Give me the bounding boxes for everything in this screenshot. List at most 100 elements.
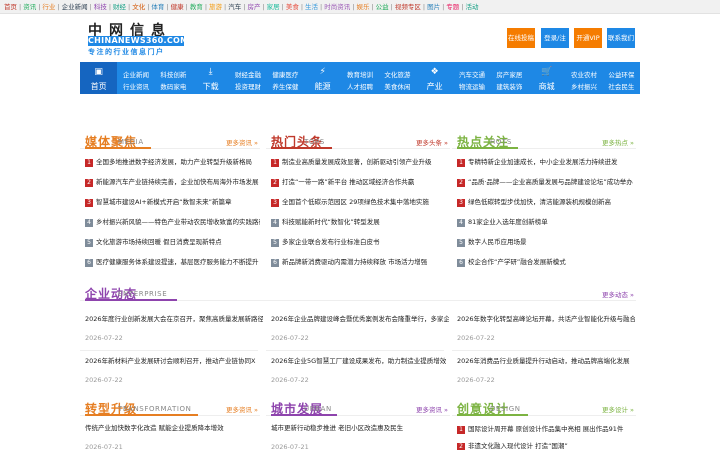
more-link[interactable]: 更多资讯 » bbox=[226, 404, 258, 414]
list-item[interactable]: 3 智慧城市建设AI+新模式开启“数智未来”新篇章 bbox=[85, 196, 260, 208]
nav-item[interactable]: 财经金融 投资理财 bbox=[229, 62, 266, 94]
article-date: 2026-07-21 bbox=[85, 443, 123, 450]
nav-item[interactable]: 🛒 商城 bbox=[528, 62, 565, 94]
list-item[interactable]: 4 81家企业入选年度创新榜单 bbox=[457, 216, 634, 228]
more-link[interactable]: 更多动态 » bbox=[602, 289, 634, 299]
login-register-button[interactable]: 登录/注册 bbox=[541, 28, 569, 62]
link-separator: | bbox=[352, 3, 355, 11]
top-link[interactable]: 娱乐 bbox=[356, 3, 369, 11]
article-item[interactable]: 2026年消费品行业质量提升行动启动，推动品牌高端化发展 2026-07-22 bbox=[457, 356, 635, 384]
nav-item-sublabel: 建筑装饰 bbox=[496, 83, 523, 91]
article-item[interactable]: 2026年数字化转型高峰论坛开幕，共话产业智能化升级与融合发展 2026-07-2… bbox=[457, 314, 635, 342]
top-link[interactable]: 专题 bbox=[446, 3, 459, 11]
top-link[interactable]: 汽车 bbox=[228, 3, 241, 11]
more-link[interactable]: 更多设计 » bbox=[602, 404, 634, 414]
nav-item-sublabel: 数码家电 bbox=[160, 83, 187, 91]
nav-item[interactable]: 汽车交通 物流运输 bbox=[453, 62, 490, 94]
nav-item[interactable]: 教育培训 人才招聘 bbox=[341, 62, 378, 94]
submit-article-button[interactable]: 在线投稿 bbox=[507, 28, 535, 48]
link-separator: | bbox=[19, 3, 22, 11]
list-item[interactable]: 4 乡村振兴新风貌——特色产业带动农民增收致富的实践路径 bbox=[85, 216, 260, 228]
nav-item[interactable]: 房产家居 建筑装饰 bbox=[491, 62, 528, 94]
list-item[interactable]: 1 全国多地推进数字经济发展，助力产业转型升级新格局 bbox=[85, 156, 260, 168]
top-link[interactable]: 图片 bbox=[427, 3, 440, 11]
rank-badge: 3 bbox=[85, 199, 93, 207]
top-link[interactable]: 体育 bbox=[151, 3, 164, 11]
list-item[interactable]: 4 科技赋能新时代“数智化”转型发展 bbox=[271, 216, 448, 228]
vip-button[interactable]: 开通VIP bbox=[574, 28, 602, 48]
more-link[interactable]: 更多资讯 » bbox=[226, 137, 258, 147]
list-item[interactable]: 2 新能源汽车产业链持续完善，企业加快布局海外市场发展 bbox=[85, 176, 260, 188]
top-link[interactable]: 资讯 bbox=[23, 3, 36, 11]
nav-item[interactable]: 健康医疗 养生保健 bbox=[267, 62, 304, 94]
contact-button[interactable]: 联系我们 bbox=[607, 28, 635, 48]
list-item[interactable]: 5 多家企业联合发布行业标准白皮书 bbox=[271, 236, 448, 248]
list-item[interactable]: 6 新品牌新消费驱动内需潜力持续释放 市场活力增强 bbox=[271, 256, 448, 268]
article-item[interactable]: 传统产业加快数字化改造 赋能企业提质降本增效 2026-07-21 bbox=[85, 423, 260, 450]
list-item[interactable]: 1 制造业高质量发展成效显著，创新驱动引领产业升级 bbox=[271, 156, 448, 168]
top-link[interactable]: 家居 bbox=[267, 3, 280, 11]
logo-domain[interactable]: CHINANEWS360.COM bbox=[88, 36, 188, 46]
link-separator: | bbox=[461, 3, 464, 11]
link-separator: | bbox=[147, 3, 150, 11]
chevron-right-icon: » bbox=[251, 406, 258, 414]
top-link[interactable]: 企业新闻 bbox=[62, 3, 88, 11]
more-link[interactable]: 更多头条 » bbox=[416, 137, 448, 147]
list-item-title: 绿色低碳转型步伐加快，清洁能源装机规模创新高 bbox=[468, 198, 611, 206]
rank-badge: 1 bbox=[271, 159, 279, 167]
nav-item[interactable]: 公益环保 社会民生 bbox=[603, 62, 640, 94]
top-link[interactable]: 健康 bbox=[171, 3, 184, 11]
list-item[interactable]: 6 校企合作“产学研”融合发展新模式 bbox=[457, 256, 634, 268]
nav-item[interactable]: ❖ 产业 bbox=[416, 62, 453, 94]
list-item[interactable]: 1 专精特新企业加速成长，中小企业发展活力持续迸发 bbox=[457, 156, 634, 168]
list-item[interactable]: 3 全国首个低碳示范园区 29项绿色技术集中落地实施 bbox=[271, 196, 448, 208]
top-link[interactable]: 时尚资讯 bbox=[324, 3, 350, 11]
section-subtitle: TRANSFORMATION bbox=[118, 405, 192, 413]
top-link[interactable]: 活动 bbox=[465, 3, 478, 11]
list-item[interactable]: 3 绿色低碳转型步伐加快，清洁能源装机规模创新高 bbox=[457, 196, 634, 208]
more-link[interactable]: 更多资讯 » bbox=[416, 404, 448, 414]
article-item[interactable]: 2026年度行业创新发展大会在京召开，聚焦高质量发展新路径与新机遇 2026-07… bbox=[85, 314, 263, 342]
list-item[interactable]: 6 医疗健康服务体系建设提速，基层医疗服务能力不断提升 bbox=[85, 256, 260, 268]
top-link[interactable]: 行业 bbox=[42, 3, 55, 11]
nav-item[interactable]: ▣ 首页 bbox=[80, 62, 118, 94]
top-link[interactable]: 公益 bbox=[376, 3, 389, 11]
list-item[interactable]: 5 文化旅游市场持续回暖 假日消费呈现新特点 bbox=[85, 236, 260, 248]
nav-item[interactable]: 文化旅游 美食休闲 bbox=[379, 62, 416, 94]
article-title: 2026年消费品行业质量提升行动启动，推动品牌高端化发展 bbox=[457, 357, 630, 365]
nav-item-label: 商城 bbox=[538, 82, 555, 91]
list-item[interactable]: 5 数字人民币应用场景 bbox=[457, 236, 634, 248]
nav-item[interactable]: ⚡ 能源 bbox=[304, 62, 341, 94]
top-link[interactable]: 视频专区 bbox=[395, 3, 421, 11]
top-link[interactable]: 文化 bbox=[132, 3, 145, 11]
nav-item[interactable]: 企业新闻 行业资讯 bbox=[117, 62, 154, 94]
nav-item-sublabel: 社会民生 bbox=[608, 83, 635, 91]
top-link[interactable]: 财经 bbox=[113, 3, 126, 11]
list-item[interactable]: 2 打造“一带一路”新平台 推动区域经济合作共赢 bbox=[271, 176, 448, 188]
nav-item[interactable]: ⤓ 下载 bbox=[192, 62, 229, 94]
more-link-label: 更多资讯 bbox=[225, 139, 252, 147]
more-link[interactable]: 更多热点 » bbox=[602, 137, 634, 147]
article-item[interactable]: 2026年企业品牌建设峰会暨优秀案例发布会隆重举行，多家企业获评表彰 2026-0… bbox=[271, 314, 449, 342]
top-link[interactable]: 美食 bbox=[286, 3, 299, 11]
list-item[interactable]: 1 国际设计周开幕 原创设计作品集中亮相 展出作品91件 bbox=[457, 423, 634, 435]
list-item-title: 新能源汽车产业链持续完善，企业加快布局海外市场发展 bbox=[96, 178, 259, 186]
top-link[interactable]: 教育 bbox=[190, 3, 203, 11]
nav-item-label: 能源 bbox=[314, 82, 331, 91]
nav-item-label: 农业农村 bbox=[570, 71, 597, 79]
article-item[interactable]: 2026年新材料产业发展研讨会顺利召开，推动产业链协同X 2026-07-22 bbox=[85, 356, 263, 384]
top-link[interactable]: 生活 bbox=[305, 3, 318, 11]
list-item[interactable]: 2 非遗文化融入现代设计 打造“国潮” bbox=[457, 440, 634, 450]
list-item[interactable]: 2 “品质·品牌——企业高质量发展与品牌建设论坛”成功举办 bbox=[457, 176, 634, 188]
rank-badge: 6 bbox=[85, 259, 93, 267]
link-separator: | bbox=[300, 3, 304, 11]
top-link[interactable]: 旅游 bbox=[209, 3, 222, 11]
article-item[interactable]: 2026年企业5G智慧工厂建设成果发布，助力制造业提质增效 2026-07-22 bbox=[271, 356, 449, 384]
nav-item[interactable]: 农业农村 乡村振兴 bbox=[565, 62, 602, 94]
top-link[interactable]: 科技 bbox=[94, 3, 107, 11]
article-item[interactable]: 城市更新行动稳步推进 老旧小区改造惠及民生 2026-07-21 bbox=[271, 423, 448, 450]
top-link[interactable]: 首页 bbox=[4, 3, 17, 11]
top-link[interactable]: 房产 bbox=[247, 3, 260, 11]
nav-item[interactable]: 科技创新 数码家电 bbox=[155, 62, 192, 94]
link-separator: | bbox=[422, 3, 426, 11]
